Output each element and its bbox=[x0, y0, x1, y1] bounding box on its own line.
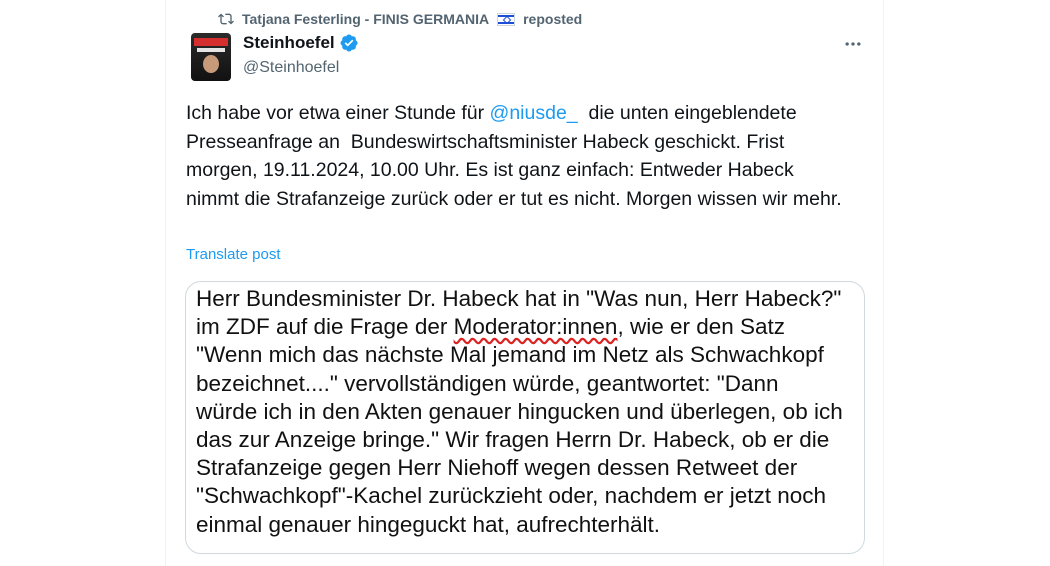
more-icon bbox=[845, 42, 861, 46]
image-line: Strafanzeige gegen Herr Niehoff wegen de… bbox=[196, 455, 798, 481]
repost-user[interactable]: Tatjana Festerling - FINIS GERMANIA bbox=[242, 11, 489, 27]
image-line: einmal genauer hingeguckt hat, aufrechte… bbox=[196, 511, 661, 537]
image-line: "Wenn mich das nächste Mal jemand im Net… bbox=[196, 342, 824, 368]
avatar[interactable] bbox=[191, 33, 231, 81]
author-name[interactable]: Steinhoefel bbox=[243, 33, 335, 53]
translate-post-link[interactable]: Translate post bbox=[186, 246, 281, 263]
image-line: das zur Anzeige bringe." Wir fragen Herr… bbox=[196, 427, 830, 453]
image-line: "Schwachkopf"-Kachel zurückzieht oder, n… bbox=[196, 483, 827, 509]
image-line: im ZDF auf die Frage der Moderator:innen… bbox=[196, 313, 852, 341]
image-text: Herr Bundesminister Dr. Habeck hat in "W… bbox=[196, 285, 852, 539]
image-line-part: , wie er den Satz bbox=[617, 314, 786, 340]
image-line: würde ich in den Akten genauer hingucken… bbox=[196, 398, 843, 424]
repost-label: reposted bbox=[523, 11, 583, 27]
post-text: Ich habe vor etwa einer Stunde für @nius… bbox=[186, 99, 846, 213]
author-name-row[interactable]: Steinhoefel bbox=[243, 33, 359, 53]
image-underlined-word: Moderator:innen bbox=[453, 314, 618, 340]
image-line-part: im ZDF auf die Frage der bbox=[196, 314, 454, 340]
repost-header[interactable]: Tatjana Festerling - FINIS GERMANIA repo… bbox=[218, 9, 582, 29]
attached-image[interactable]: Herr Bundesminister Dr. Habeck hat in "W… bbox=[185, 281, 865, 554]
repost-icon bbox=[218, 13, 234, 25]
image-line: bezeichnet...." vervollständigen würde, … bbox=[196, 370, 779, 396]
image-line: Herr Bundesminister Dr. Habeck hat in "W… bbox=[196, 286, 842, 311]
israel-flag-icon bbox=[497, 12, 516, 26]
mention-link[interactable]: @niusde_ bbox=[490, 102, 578, 124]
author-handle[interactable]: @Steinhoefel bbox=[243, 59, 339, 77]
more-options-button[interactable] bbox=[842, 34, 864, 54]
verified-badge-icon bbox=[340, 34, 358, 52]
post-text-before: Ich habe vor etwa einer Stunde für bbox=[186, 102, 490, 124]
